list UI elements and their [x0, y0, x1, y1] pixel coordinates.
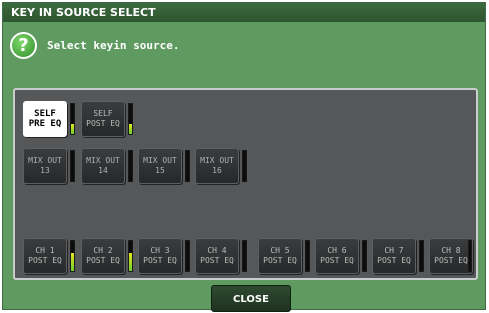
source-button-self-post-eq[interactable]: SELF POST EQ [81, 101, 125, 137]
source-button-mix-out-14[interactable]: MIX OUT 14 [81, 148, 125, 184]
meter-ch-8 [468, 240, 472, 272]
source-button-mix-out-15[interactable]: MIX OUT 15 [138, 148, 182, 184]
source-button-line2: 13 [40, 166, 50, 175]
source-button-mix-out-16[interactable]: MIX OUT 16 [195, 148, 239, 184]
source-button-ch-5[interactable]: CH 5 POST EQ [258, 238, 302, 274]
meter-ch-2 [128, 240, 133, 272]
help-icon[interactable]: ? [10, 32, 37, 59]
source-button-ch-3[interactable]: CH 3 POST EQ [138, 238, 182, 274]
source-button-line1: MIX OUT [28, 156, 62, 165]
source-button-line2: 16 [212, 166, 222, 175]
source-button-line2: PRE EQ [28, 119, 62, 129]
source-button-line2: 15 [155, 166, 165, 175]
source-button-line2: POST EQ [320, 256, 354, 265]
source-button-line1: MIX OUT [86, 156, 120, 165]
source-button-line2: POST EQ [377, 256, 411, 265]
source-button-ch-4[interactable]: CH 4 POST EQ [195, 238, 239, 274]
meter-ch-4 [242, 240, 247, 272]
source-button-line2: POST EQ [143, 256, 177, 265]
source-button-line1: MIX OUT [200, 156, 234, 165]
source-button-line2: POST EQ [434, 256, 468, 265]
meter-ch-3 [185, 240, 190, 272]
source-button-ch-1[interactable]: CH 1 POST EQ [23, 238, 67, 274]
source-button-ch-6[interactable]: CH 6 POST EQ [315, 238, 359, 274]
source-button-line1: CH 1 [35, 246, 55, 255]
meter-ch-6 [362, 240, 367, 272]
source-button-line2: POST EQ [86, 119, 120, 128]
source-button-line1: CH 2 [93, 246, 113, 255]
source-button-line1: CH 6 [327, 246, 347, 255]
instruction-text: Select keyin source. [47, 39, 180, 52]
meter-self-pre-eq [70, 103, 75, 135]
source-button-ch-2[interactable]: CH 2 POST EQ [81, 238, 125, 274]
source-button-line1: SELF [93, 109, 113, 118]
source-button-line2: POST EQ [28, 256, 62, 265]
source-button-line2: POST EQ [86, 256, 120, 265]
source-button-line1: MIX OUT [143, 156, 177, 165]
source-button-mix-out-13[interactable]: MIX OUT 13 [23, 148, 67, 184]
meter-ch-5 [305, 240, 310, 272]
source-selection-panel: SELF PRE EQ SELF POST EQ MIX OUT 13 MIX … [13, 88, 478, 280]
source-button-ch-8[interactable]: CH 8 POST EQ [429, 238, 473, 274]
source-button-self-pre-eq[interactable]: SELF PRE EQ [23, 101, 67, 137]
meter-fill [71, 253, 74, 271]
meter-fill [71, 123, 74, 134]
source-button-line1: CH 8 [441, 246, 461, 255]
source-button-line2: POST EQ [200, 256, 234, 265]
meter-mix-out-16 [242, 150, 247, 182]
source-button-line1: CH 3 [150, 246, 170, 255]
source-button-line1: SELF [34, 109, 56, 119]
dialog-title: KEY IN SOURCE SELECT [3, 3, 485, 22]
meter-ch-7 [419, 240, 424, 272]
close-button[interactable]: CLOSE [211, 285, 291, 312]
meter-self-post-eq [128, 103, 133, 135]
meter-fill [129, 123, 132, 134]
meter-mix-out-13 [70, 150, 75, 182]
meter-ch-1 [70, 240, 75, 272]
source-button-line1: CH 5 [270, 246, 290, 255]
source-button-line1: CH 7 [384, 246, 404, 255]
meter-fill [129, 253, 132, 271]
meter-mix-out-15 [185, 150, 190, 182]
key-in-source-dialog: KEY IN SOURCE SELECT ? Select keyin sour… [2, 2, 486, 312]
source-button-line2: POST EQ [263, 256, 297, 265]
source-button-line1: CH 4 [207, 246, 227, 255]
meter-mix-out-14 [128, 150, 133, 182]
source-button-ch-7[interactable]: CH 7 POST EQ [372, 238, 416, 274]
source-button-line2: 14 [98, 166, 108, 175]
